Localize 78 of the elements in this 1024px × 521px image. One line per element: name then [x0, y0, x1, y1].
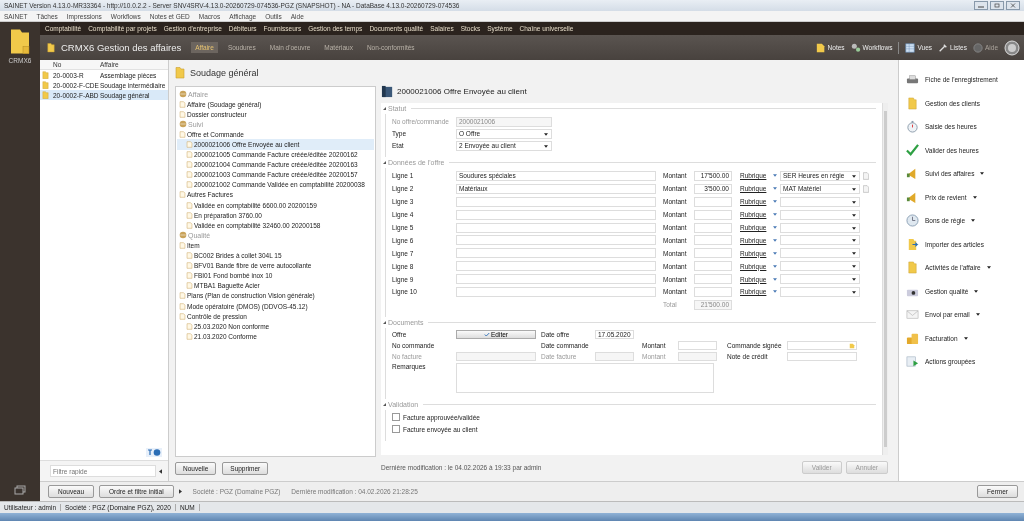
- amount-field[interactable]: [694, 196, 732, 207]
- amount-field[interactable]: [694, 248, 732, 259]
- input-field[interactable]: [456, 196, 656, 207]
- section-icon: [179, 231, 187, 240]
- remarks-field[interactable]: [456, 362, 714, 393]
- scrollbar[interactable]: [882, 103, 888, 455]
- input-field[interactable]: [678, 352, 717, 362]
- check-icon: [484, 332, 490, 338]
- logo-icon: [1004, 39, 1020, 56]
- caret-icon[interactable]: [852, 252, 856, 256]
- grid-icon: [905, 42, 916, 53]
- collapse-icon[interactable]: [383, 107, 386, 110]
- collapse-icon[interactable]: [383, 161, 386, 164]
- caret-icon[interactable]: [852, 265, 856, 269]
- input-field[interactable]: [456, 222, 656, 233]
- caret-icon[interactable]: [544, 144, 548, 148]
- binder-icon: [381, 84, 394, 98]
- filter-info-icon[interactable]: [146, 448, 162, 457]
- input-field[interactable]: [456, 274, 656, 285]
- app-title: CRMX6 Gestion des affaires: [61, 42, 182, 53]
- collapse-icon[interactable]: [383, 402, 386, 406]
- caret-icon[interactable]: [852, 239, 856, 243]
- folder-icon: [47, 42, 55, 53]
- clock-icon: [906, 214, 919, 228]
- caret-icon[interactable]: [852, 187, 856, 191]
- stopwatch-icon: [906, 120, 919, 134]
- minimize-icon[interactable]: [974, 1, 988, 10]
- panel-title: Soudage général: [190, 67, 259, 78]
- input-field[interactable]: [456, 261, 656, 272]
- amount-field[interactable]: [694, 274, 732, 285]
- folder-icon: [175, 66, 185, 79]
- section-icon: [179, 120, 187, 129]
- caret-icon[interactable]: [852, 200, 856, 204]
- caret-icon[interactable]: [974, 289, 979, 293]
- folder-icon: [906, 261, 919, 275]
- input-field[interactable]: [787, 352, 857, 362]
- caret-icon[interactable]: [852, 290, 856, 294]
- folder-arrow-icon: [906, 237, 919, 251]
- caret-icon[interactable]: [178, 489, 182, 494]
- input-field[interactable]: [456, 286, 656, 297]
- caret-icon[interactable]: [159, 468, 162, 474]
- input-field[interactable]: [595, 352, 634, 362]
- folder-icon[interactable]: [10, 28, 30, 55]
- amount-field[interactable]: [694, 222, 732, 233]
- caret-icon[interactable]: [963, 336, 968, 340]
- caret-icon[interactable]: [852, 174, 856, 178]
- coins-icon: [906, 331, 919, 345]
- caret-icon[interactable]: [975, 313, 980, 317]
- input-field[interactable]: [456, 209, 656, 220]
- caret-icon[interactable]: [852, 226, 856, 230]
- restore-icon[interactable]: [990, 1, 1004, 10]
- check-icon: [906, 143, 919, 157]
- windows-icon[interactable]: [14, 485, 26, 495]
- input-field[interactable]: [456, 352, 536, 362]
- envelope-icon: [906, 308, 919, 322]
- caret-icon[interactable]: [852, 213, 856, 217]
- gears-icon: [850, 42, 861, 53]
- caret-icon[interactable]: [980, 172, 985, 176]
- caret-icon[interactable]: [986, 266, 991, 270]
- caret-icon[interactable]: [972, 195, 977, 199]
- wrench-icon: [938, 42, 948, 53]
- amount-field[interactable]: [694, 261, 732, 272]
- caret-icon[interactable]: [971, 219, 976, 223]
- section-icon: [179, 90, 187, 99]
- input-field[interactable]: [456, 235, 656, 246]
- amount-field[interactable]: [694, 286, 732, 297]
- amount-field[interactable]: [694, 209, 732, 220]
- input-field[interactable]: [456, 248, 656, 259]
- caret-icon[interactable]: [544, 132, 548, 136]
- input-field[interactable]: [678, 341, 717, 351]
- close-icon[interactable]: [1006, 1, 1020, 10]
- file-field[interactable]: [787, 341, 857, 351]
- form-title: 2000021006 Offre Envoyée au client: [397, 86, 527, 96]
- folder-icon: [906, 96, 919, 110]
- amount-field[interactable]: [694, 235, 732, 246]
- collapse-icon[interactable]: [383, 320, 386, 324]
- caret-icon[interactable]: [852, 278, 856, 282]
- notes-icon: [815, 42, 826, 53]
